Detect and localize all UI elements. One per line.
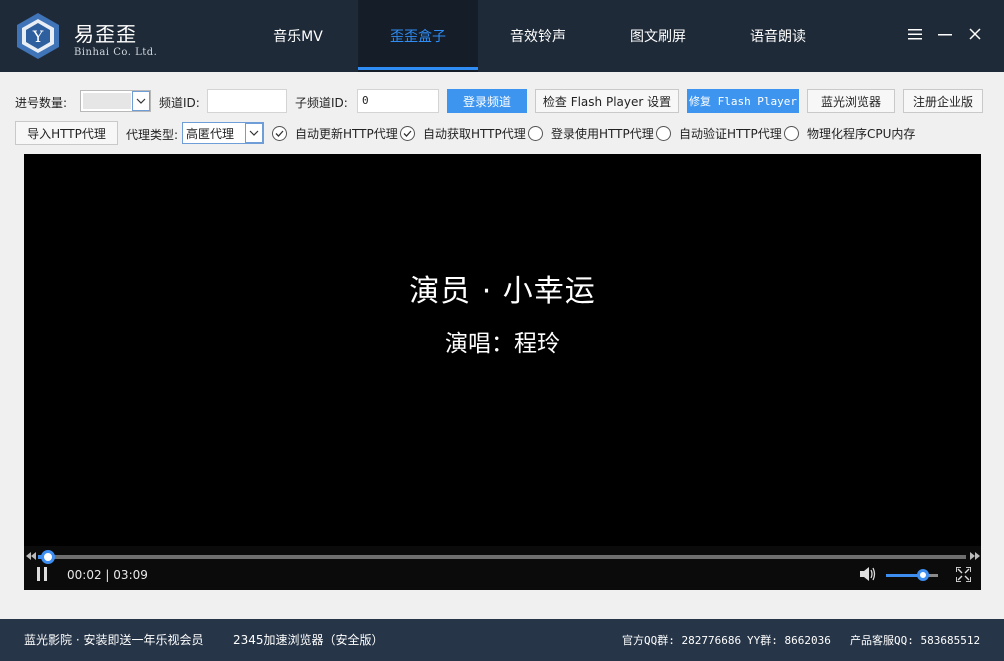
proxy-type-label: 代理类型: [126,126,178,143]
fullscreen-icon[interactable] [956,567,971,582]
tab-sound-effects[interactable]: 音效铃声 [478,0,598,72]
duration: 03:09 [113,568,148,582]
account-count-label: 进号数量: [15,94,67,111]
close-icon[interactable] [963,22,987,46]
official-qq-group: 官方QQ群: 282776686 [622,632,741,648]
logo-icon: Y [14,11,62,61]
channel-id-input[interactable] [207,89,287,113]
tab-voice-reading[interactable]: 语音朗读 [718,0,838,72]
video-player[interactable]: 演员 · 小幸运 演唱：程玲 00:02 | 03:09 [24,154,981,590]
tab-box[interactable]: 歪歪盒子 [358,0,478,72]
support-qq: 产品客服QQ: 583685512 [850,632,980,648]
volume-handle[interactable] [917,569,929,581]
video-singer: 演唱：程玲 [24,324,981,358]
time-readout: 00:02 | 03:09 [67,568,148,582]
register-enterprise-button[interactable]: 注册企业版 [903,89,983,113]
account-count-select[interactable] [80,90,151,112]
check-flash-settings-button[interactable]: 检查 Flash Player 设置 [535,89,679,113]
bluray-browser-button[interactable]: 蓝光浏览器 [807,89,895,113]
auto-update-proxy-option[interactable]: 自动更新HTTP代理 [272,124,398,142]
repair-flash-button[interactable]: 修复 Flash Player [687,89,799,113]
chevron-down-icon[interactable] [245,123,263,143]
progress-handle[interactable] [41,550,55,564]
svg-text:Y: Y [32,27,44,46]
app-header: Y 易歪歪 Binhai Co. Ltd. 音乐MV 歪歪盒子 音效铃声 图文刷… [0,0,1004,72]
unchecked-radio-icon[interactable] [528,126,543,141]
promo-bluray-link[interactable]: 蓝光影院 · 安装即送一年乐视会员 [24,631,203,648]
auto-verify-proxy-option[interactable]: 自动验证HTTP代理 [656,124,782,142]
import-http-proxy-button[interactable]: 导入HTTP代理 [15,121,118,145]
brand-name: 易歪歪 [74,18,137,47]
player-controls: 00:02 | 03:09 [24,546,981,590]
option-label: 自动验证HTTP代理 [679,125,782,142]
fast-forward-icon[interactable] [970,552,980,560]
option-label: 登录使用HTTP代理 [551,125,654,142]
menu-icon[interactable] [903,22,927,46]
progress-bar[interactable] [38,555,966,559]
minimize-icon[interactable] [933,22,957,46]
main-nav: 音乐MV 歪歪盒子 音效铃声 图文刷屏 语音朗读 [238,0,838,72]
login-use-proxy-option[interactable]: 登录使用HTTP代理 [528,124,654,142]
unchecked-radio-icon[interactable] [784,126,799,141]
pause-icon[interactable] [36,567,48,581]
unchecked-radio-icon[interactable] [656,126,671,141]
checked-radio-icon[interactable] [272,126,287,141]
volume-slider[interactable] [886,574,938,577]
login-channel-button[interactable]: 登录频道 [447,89,527,113]
channel-id-label: 频道ID: [159,94,200,111]
tab-music-mv[interactable]: 音乐MV [238,0,358,72]
physical-cpu-memory-option[interactable]: 物理化程序CPU内存 [784,124,915,142]
tab-image-text-spam[interactable]: 图文刷屏 [598,0,718,72]
proxy-type-value: 高匿代理 [186,125,234,142]
status-footer: 蓝光影院 · 安装即送一年乐视会员 2345加速浏览器（安全版） 官方QQ群: … [0,619,1004,661]
volume-icon[interactable] [860,567,876,581]
chevron-down-icon[interactable] [132,91,150,111]
brand-subtitle: Binhai Co. Ltd. [74,47,157,58]
sub-channel-id-label: 子频道ID: [295,94,348,111]
option-label: 自动获取HTTP代理 [423,125,526,142]
account-count-value [83,93,131,109]
video-title: 演员 · 小幸运 [24,266,981,310]
time-separator: | [105,568,109,582]
yy-group: YY群: 8662036 [747,632,831,648]
option-label: 物理化程序CPU内存 [807,125,915,142]
proxy-type-select[interactable]: 高匿代理 [182,122,264,144]
sub-channel-id-input[interactable]: 0 [357,89,439,113]
option-label: 自动更新HTTP代理 [295,125,398,142]
auto-fetch-proxy-option[interactable]: 自动获取HTTP代理 [400,124,526,142]
current-time: 00:02 [67,568,102,582]
rewind-icon[interactable] [26,552,36,560]
promo-browser-link[interactable]: 2345加速浏览器（安全版） [233,631,384,648]
checked-radio-icon[interactable] [400,126,415,141]
